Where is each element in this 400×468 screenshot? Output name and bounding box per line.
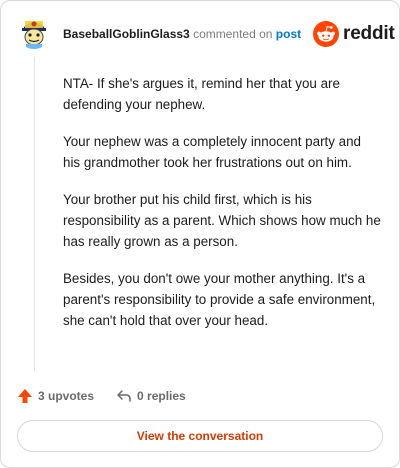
avatar-icon bbox=[17, 15, 51, 49]
thread-line bbox=[34, 57, 35, 371]
upvote-arrow-icon bbox=[18, 389, 32, 403]
upvote-count: 3 upvotes bbox=[38, 389, 95, 403]
comment-header: BaseballGoblinGlass3 commented on post r… bbox=[1, 1, 400, 65]
comment-meta: BaseballGoblinGlass3 commented on post bbox=[63, 27, 301, 41]
commented-on-text: commented on bbox=[193, 27, 273, 41]
reddit-snoo-icon bbox=[313, 21, 339, 47]
comment-paragraph: NTA- If she's argues it, remind her that… bbox=[63, 76, 340, 112]
post-link[interactable]: post bbox=[276, 27, 301, 41]
comment-paragraph: Your nephew was a completely innocent pa… bbox=[63, 134, 362, 170]
comment-body: NTA- If she's argues it, remind her that… bbox=[63, 73, 381, 347]
reddit-wordmark: reddit bbox=[343, 23, 395, 44]
reply-arrow-icon bbox=[117, 390, 131, 402]
reply-count: 0 replies bbox=[137, 389, 186, 403]
comment-paragraph: Your brother put his child first, which … bbox=[63, 192, 381, 249]
comment-embed-card: BaseballGoblinGlass3 commented on post r… bbox=[0, 0, 400, 468]
comment-actions: 3 upvotes 0 replies bbox=[17, 386, 186, 406]
reply-button[interactable]: 0 replies bbox=[116, 388, 186, 404]
username-link[interactable]: BaseballGoblinGlass3 bbox=[63, 27, 190, 41]
upvote-button[interactable]: 3 upvotes bbox=[17, 388, 94, 404]
user-avatar[interactable] bbox=[17, 15, 51, 49]
view-conversation-button[interactable]: View the conversation bbox=[17, 420, 383, 452]
reddit-logo[interactable]: reddit bbox=[313, 20, 395, 48]
comment-paragraph: Besides, you don't owe your mother anyth… bbox=[63, 271, 376, 328]
